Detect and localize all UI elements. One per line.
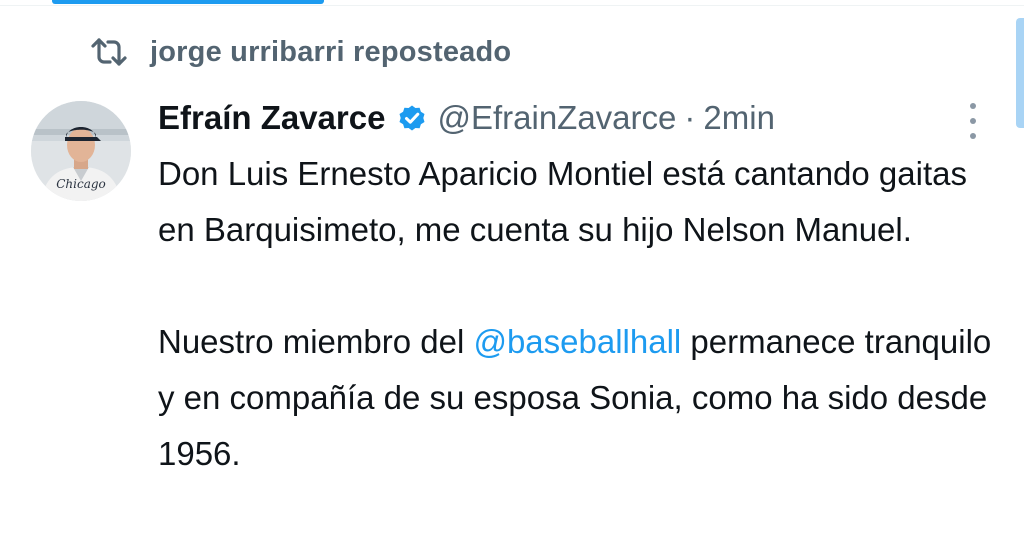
verified-badge-icon: [397, 103, 427, 133]
tweet-paragraph-2-start: Nuestro miembro del: [158, 323, 474, 360]
active-tab-indicator: [52, 0, 324, 4]
top-divider: [0, 5, 1024, 6]
tweet-header: Efraín Zavarce @EfrainZavarce · 2min: [158, 94, 775, 142]
tweet-paragraph-1: Don Luis Ernesto Aparicio Montiel está c…: [158, 155, 967, 248]
repost-label: jorge urribarri reposteado: [150, 35, 512, 68]
repost-icon: [90, 37, 128, 67]
author-avatar[interactable]: Chicago: [31, 101, 131, 201]
avatar-jersey-text: Chicago: [56, 177, 106, 191]
more-vertical-icon[interactable]: [960, 103, 986, 139]
tweet-text: Don Luis Ernesto Aparicio Montiel está c…: [158, 146, 1008, 482]
tweet-paragraph-2: Nuestro miembro del @baseballhall perman…: [158, 314, 1008, 482]
repost-context[interactable]: jorge urribarri reposteado: [90, 30, 511, 74]
mention-link[interactable]: @baseballhall: [473, 323, 681, 360]
header-separator: ·: [684, 99, 696, 136]
scrollbar-thumb[interactable]: [1016, 18, 1024, 128]
tweet-timestamp[interactable]: 2min: [703, 99, 775, 137]
author-display-name[interactable]: Efraín Zavarce: [158, 99, 385, 137]
author-handle[interactable]: @EfrainZavarce: [437, 99, 676, 137]
